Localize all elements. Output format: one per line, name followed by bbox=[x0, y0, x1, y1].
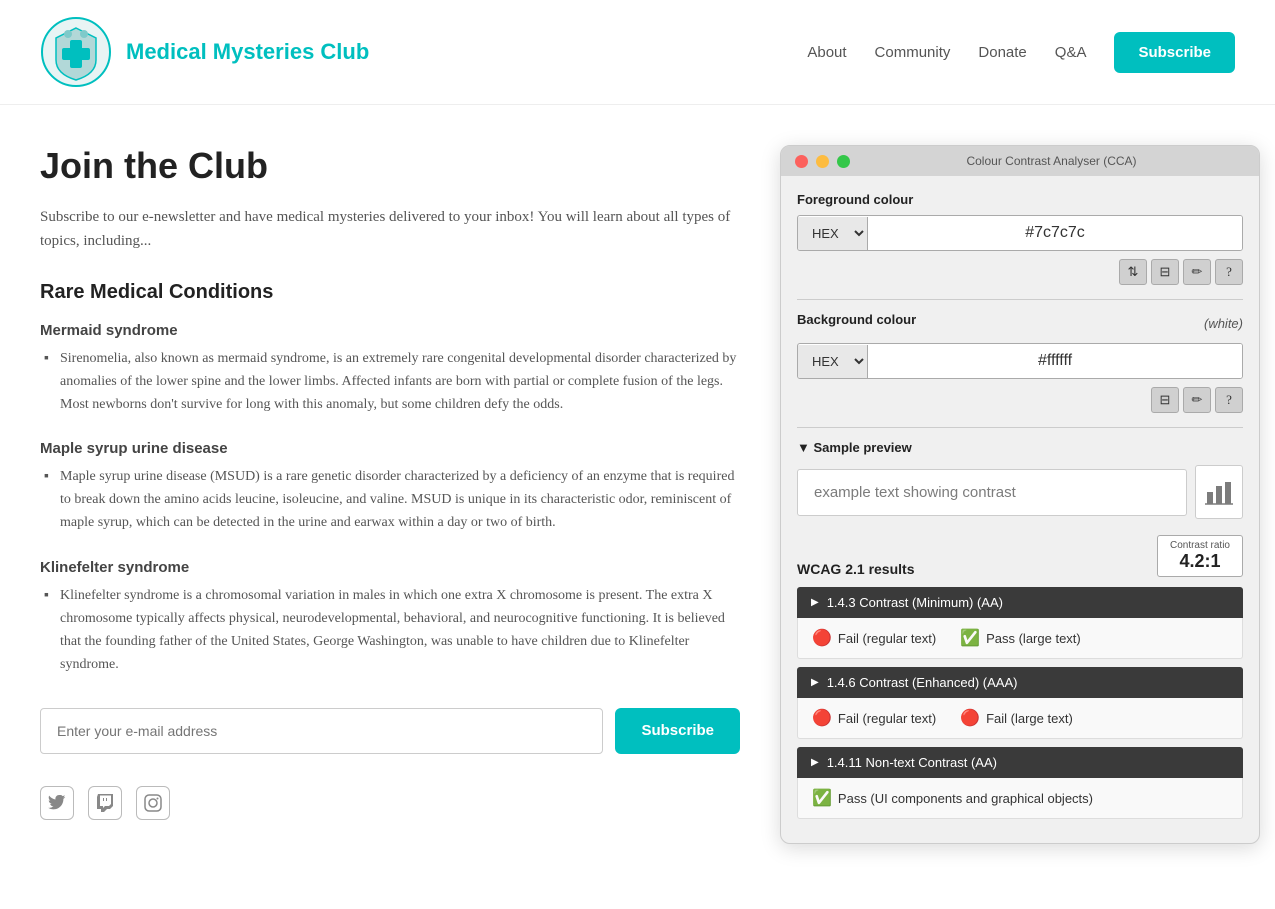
nav-community[interactable]: Community bbox=[875, 44, 951, 61]
bg-color-input-row: HEX RGB HSL bbox=[797, 343, 1243, 379]
site-header: Medical Mysteries Club About Community D… bbox=[0, 0, 1275, 105]
wcag-result-text-1-4-3-1: Pass (large text) bbox=[986, 631, 1081, 646]
nav-donate[interactable]: Donate bbox=[978, 44, 1026, 61]
window-close-button[interactable] bbox=[795, 155, 808, 168]
bg-value-input[interactable] bbox=[868, 344, 1242, 378]
twitch-icon[interactable] bbox=[88, 786, 122, 820]
fg-sliders-icon[interactable]: ⊟ bbox=[1151, 259, 1179, 285]
preview-divider bbox=[797, 427, 1243, 428]
main-layout: Join the Club Subscribe to our e-newslet… bbox=[0, 105, 1275, 884]
pass-icon-1-4-11-0: ✅ bbox=[812, 788, 832, 808]
section-heading: Rare Medical Conditions bbox=[40, 281, 740, 304]
fg-tools-row: ⇅ ⊟ ✏ ? bbox=[797, 259, 1243, 285]
fg-label: Foreground colour bbox=[797, 192, 1243, 207]
site-title: Medical Mysteries Club bbox=[126, 39, 369, 65]
wcag-label-1-4-11: 1.4.11 Non-text Contrast (AA) bbox=[827, 755, 997, 770]
wcag-item-1-4-6: ▶ 1.4.6 Contrast (Enhanced) (AAA) 🔴 Fail… bbox=[797, 667, 1243, 739]
wcag-item-header-1-4-6[interactable]: ▶ 1.4.6 Contrast (Enhanced) (AAA) bbox=[797, 667, 1243, 698]
wcag-title: WCAG 2.1 results bbox=[797, 561, 914, 577]
email-input[interactable] bbox=[40, 708, 603, 754]
sample-text: example text showing contrast bbox=[797, 469, 1187, 516]
condition-mermaid: Mermaid syndrome Sirenomelia, also known… bbox=[40, 322, 740, 416]
sample-preview-row: example text showing contrast bbox=[797, 465, 1243, 519]
fail-icon-1-4-6-1: 🔴 bbox=[960, 708, 980, 728]
bg-format-select[interactable]: HEX RGB HSL bbox=[798, 345, 868, 378]
intro-text: Subscribe to our e-newsletter and have m… bbox=[40, 205, 740, 253]
wcag-result-text-1-4-6-0: Fail (regular text) bbox=[838, 711, 936, 726]
wcag-item-body-1-4-3: 🔴 Fail (regular text) ✅ Pass (large text… bbox=[797, 618, 1243, 659]
logo-area: Medical Mysteries Club bbox=[40, 16, 369, 88]
cca-window: Colour Contrast Analyser (CCA) Foregroun… bbox=[780, 145, 1260, 844]
bg-help-icon[interactable]: ? bbox=[1215, 387, 1243, 413]
wcag-header-row: WCAG 2.1 results Contrast ratio 4.2:1 bbox=[797, 535, 1243, 577]
sample-preview-label: ▼ Sample preview bbox=[797, 440, 1243, 455]
bg-tools-row: ⊟ ✏ ? bbox=[797, 387, 1243, 413]
wcag-item-1-4-11: ▶ 1.4.11 Non-text Contrast (AA) ✅ Pass (… bbox=[797, 747, 1243, 819]
window-minimize-button[interactable] bbox=[816, 155, 829, 168]
fg-swap-icon[interactable]: ⇅ bbox=[1119, 259, 1147, 285]
wcag-chevron-1-4-11: ▶ bbox=[811, 757, 819, 768]
contrast-ratio-value: 4.2:1 bbox=[1170, 551, 1230, 572]
wcag-result-1-4-11-0: ✅ Pass (UI components and graphical obje… bbox=[812, 788, 1093, 808]
wcag-result-1-4-3-1: ✅ Pass (large text) bbox=[960, 628, 1081, 648]
subscribe-button[interactable]: Subscribe bbox=[615, 708, 740, 754]
window-maximize-button[interactable] bbox=[837, 155, 850, 168]
cca-body: Foreground colour HEX RGB HSL ⇅ ⊟ ✏ ? bbox=[781, 176, 1259, 843]
site-logo bbox=[40, 16, 112, 88]
nav-qa[interactable]: Q&A bbox=[1055, 44, 1087, 61]
instagram-icon[interactable] bbox=[136, 786, 170, 820]
bg-eyedropper-icon[interactable]: ✏ bbox=[1183, 387, 1211, 413]
condition-name-1: Maple syrup urine disease bbox=[40, 440, 740, 457]
wcag-result-1-4-6-1: 🔴 Fail (large text) bbox=[960, 708, 1073, 728]
wcag-item-header-1-4-11[interactable]: ▶ 1.4.11 Non-text Contrast (AA) bbox=[797, 747, 1243, 778]
condition-name-0: Mermaid syndrome bbox=[40, 322, 740, 339]
social-icons bbox=[40, 786, 740, 820]
wcag-item-body-1-4-6: 🔴 Fail (regular text) 🔴 Fail (large text… bbox=[797, 698, 1243, 739]
wcag-result-text-1-4-6-1: Fail (large text) bbox=[986, 711, 1073, 726]
cca-titlebar: Colour Contrast Analyser (CCA) bbox=[781, 146, 1259, 176]
twitter-icon[interactable] bbox=[40, 786, 74, 820]
email-subscribe-row: Subscribe bbox=[40, 708, 740, 754]
wcag-chevron-1-4-3: ▶ bbox=[811, 597, 819, 608]
wcag-chevron-1-4-6: ▶ bbox=[811, 677, 819, 688]
contrast-ratio-label: Contrast ratio bbox=[1170, 540, 1230, 551]
condition-klinefelter: Klinefelter syndrome Klinefelter syndrom… bbox=[40, 559, 740, 676]
bg-note: (white) bbox=[1204, 316, 1243, 331]
fg-eyedropper-icon[interactable]: ✏ bbox=[1183, 259, 1211, 285]
fg-color-input-row: HEX RGB HSL bbox=[797, 215, 1243, 251]
wcag-result-text-1-4-3-0: Fail (regular text) bbox=[838, 631, 936, 646]
bg-sliders-icon[interactable]: ⊟ bbox=[1151, 387, 1179, 413]
fg-value-input[interactable] bbox=[868, 216, 1242, 250]
condition-name-2: Klinefelter syndrome bbox=[40, 559, 740, 576]
contrast-ratio-box: Contrast ratio 4.2:1 bbox=[1157, 535, 1243, 577]
bg-label: Background colour bbox=[797, 312, 916, 327]
condition-desc-0: Sirenomelia, also known as mermaid syndr… bbox=[40, 347, 740, 416]
fg-bg-divider bbox=[797, 299, 1243, 300]
wcag-label-1-4-3: 1.4.3 Contrast (Minimum) (AA) bbox=[827, 595, 1003, 610]
right-column: Colour Contrast Analyser (CCA) Foregroun… bbox=[780, 145, 1235, 844]
main-nav: About Community Donate Q&A Subscribe bbox=[807, 32, 1235, 73]
condition-desc-2: Klinefelter syndrome is a chromosomal va… bbox=[40, 584, 740, 676]
page-title: Join the Club bbox=[40, 145, 740, 187]
fail-icon-1-4-6-0: 🔴 bbox=[812, 708, 832, 728]
fail-icon-1-4-3-0: 🔴 bbox=[812, 628, 832, 648]
condition-maple: Maple syrup urine disease Maple syrup ur… bbox=[40, 440, 740, 534]
wcag-result-1-4-3-0: 🔴 Fail (regular text) bbox=[812, 628, 936, 648]
wcag-item-body-1-4-11: ✅ Pass (UI components and graphical obje… bbox=[797, 778, 1243, 819]
bg-label-row: Background colour (white) bbox=[797, 312, 1243, 335]
wcag-item-header-1-4-3[interactable]: ▶ 1.4.3 Contrast (Minimum) (AA) bbox=[797, 587, 1243, 618]
cca-title: Colour Contrast Analyser (CCA) bbox=[858, 154, 1245, 168]
pass-icon-1-4-3-1: ✅ bbox=[960, 628, 980, 648]
fg-help-icon[interactable]: ? bbox=[1215, 259, 1243, 285]
fg-format-select[interactable]: HEX RGB HSL bbox=[798, 217, 868, 250]
wcag-result-text-1-4-11-0: Pass (UI components and graphical object… bbox=[838, 791, 1093, 806]
condition-desc-1: Maple syrup urine disease (MSUD) is a ra… bbox=[40, 465, 740, 534]
header-subscribe-button[interactable]: Subscribe bbox=[1114, 32, 1235, 73]
sample-chart-button[interactable] bbox=[1195, 465, 1243, 519]
wcag-result-1-4-6-0: 🔴 Fail (regular text) bbox=[812, 708, 936, 728]
wcag-item-1-4-3: ▶ 1.4.3 Contrast (Minimum) (AA) 🔴 Fail (… bbox=[797, 587, 1243, 659]
wcag-label-1-4-6: 1.4.6 Contrast (Enhanced) (AAA) bbox=[827, 675, 1018, 690]
left-column: Join the Club Subscribe to our e-newslet… bbox=[40, 145, 740, 844]
nav-about[interactable]: About bbox=[807, 44, 846, 61]
